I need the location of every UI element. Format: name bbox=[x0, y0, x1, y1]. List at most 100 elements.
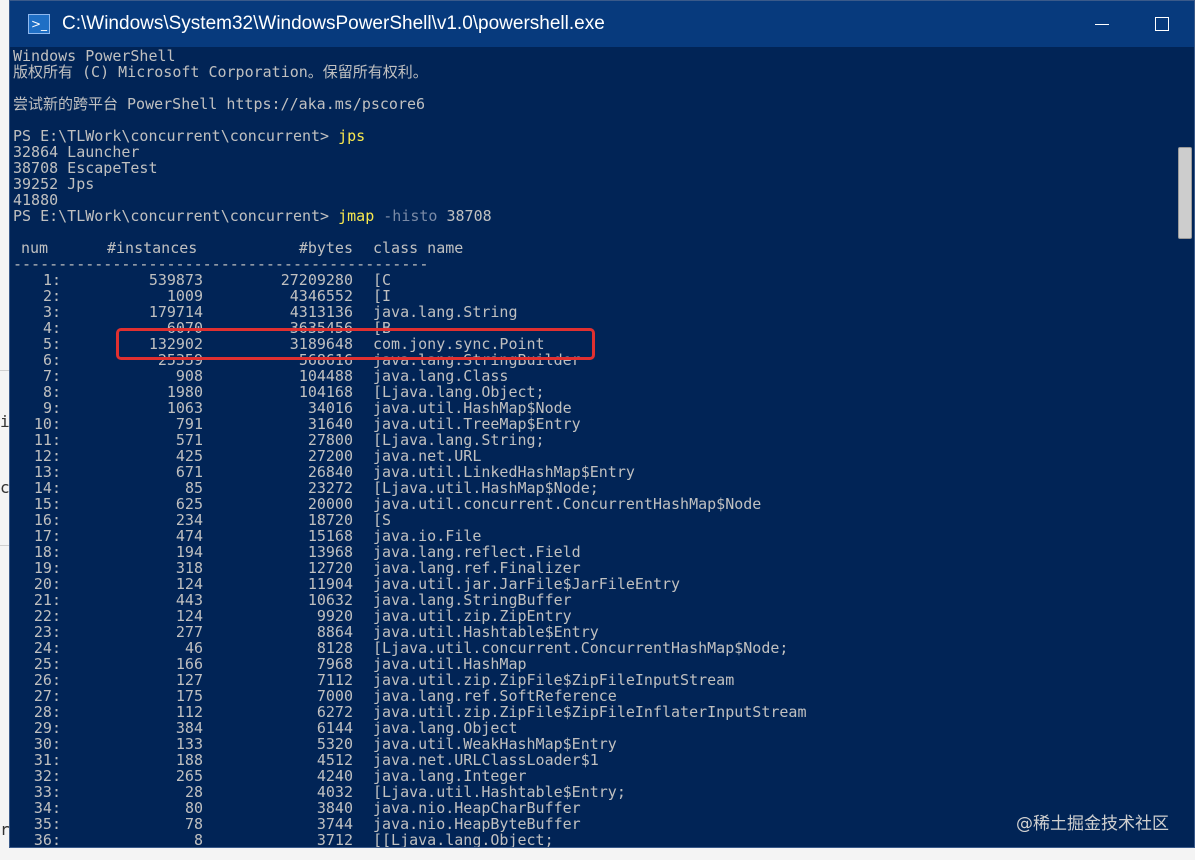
header-class-name: class name bbox=[373, 239, 464, 257]
row-num: 27: bbox=[33, 687, 61, 705]
histogram-row: 10: 791 31640 java.util.TreeMap$Entry bbox=[13, 416, 1173, 432]
row-instances: 188 bbox=[175, 751, 203, 769]
row-bytes: 104488 bbox=[298, 367, 353, 385]
row-class-name: java.lang.Integer bbox=[373, 767, 527, 785]
row-class-name: java.lang.StringBuffer bbox=[373, 591, 572, 609]
row-bytes: 7000 bbox=[316, 687, 353, 705]
row-bytes: 10632 bbox=[307, 591, 353, 609]
row-num: 6: bbox=[42, 351, 61, 369]
row-instances: 474 bbox=[175, 527, 203, 545]
minimize-button[interactable] bbox=[1072, 1, 1132, 47]
row-instances: 571 bbox=[175, 431, 203, 449]
row-instances: 46 bbox=[184, 639, 203, 657]
row-bytes: 23272 bbox=[307, 479, 353, 497]
row-bytes: 568616 bbox=[298, 351, 353, 369]
row-class-name: java.util.zip.ZipFile$ZipFileInputStream bbox=[373, 671, 735, 689]
histogram-row: 19: 318 12720 java.lang.ref.Finalizer bbox=[13, 560, 1173, 576]
row-num: 31: bbox=[33, 751, 61, 769]
row-num: 10: bbox=[33, 415, 61, 433]
window-title: C:\Windows\System32\WindowsPowerShell\v1… bbox=[62, 13, 605, 34]
row-bytes: 5320 bbox=[316, 735, 353, 753]
row-class-name: java.lang.ref.SoftReference bbox=[373, 687, 617, 705]
scrollbar-thumb[interactable] bbox=[1178, 147, 1192, 239]
histogram-row: 22: 124 9920 java.util.zip.ZipEntry bbox=[13, 608, 1173, 624]
histogram-row: 34: 80 3840 java.nio.HeapCharBuffer bbox=[13, 800, 1173, 816]
row-bytes: 7968 bbox=[316, 655, 353, 673]
histogram-row: 11: 571 27800 [Ljava.lang.String; bbox=[13, 432, 1173, 448]
row-class-name: [C bbox=[373, 271, 392, 289]
jps-output-line: 41880 bbox=[13, 191, 59, 209]
row-num: 9: bbox=[42, 399, 61, 417]
row-class-name: java.nio.HeapByteBuffer bbox=[373, 815, 581, 833]
row-class-name: java.util.zip.ZipFile$ZipFileInflaterInp… bbox=[373, 703, 807, 721]
row-class-name: java.io.File bbox=[373, 527, 482, 545]
row-num: 4: bbox=[42, 319, 61, 337]
row-bytes: 31640 bbox=[307, 415, 353, 433]
histogram-row: 12: 425 27200 java.net.URL bbox=[13, 448, 1173, 464]
row-num: 3: bbox=[42, 303, 61, 321]
row-bytes: 27800 bbox=[307, 431, 353, 449]
row-bytes: 7112 bbox=[316, 671, 353, 689]
row-num: 36: bbox=[33, 831, 61, 848]
row-bytes: 27200 bbox=[307, 447, 353, 465]
histogram-row: 8: 1980 104168 [Ljava.lang.Object; bbox=[13, 384, 1173, 400]
row-num: 22: bbox=[33, 607, 61, 625]
row-instances: 166 bbox=[175, 655, 203, 673]
row-class-name: java.net.URLClassLoader$1 bbox=[373, 751, 599, 769]
row-bytes: 4346552 bbox=[289, 287, 353, 305]
row-class-name: java.util.HashMap bbox=[373, 655, 527, 673]
row-class-name: java.lang.String bbox=[373, 303, 518, 321]
histogram-separator: ----------------------------------------… bbox=[13, 255, 429, 273]
row-num: 35: bbox=[33, 815, 61, 833]
histogram-row: 3: 179714 4313136 java.lang.String bbox=[13, 304, 1173, 320]
row-instances: 234 bbox=[175, 511, 203, 529]
row-instances: 1063 bbox=[166, 399, 203, 417]
histogram-row: 6: 25359 568616 java.lang.StringBuilder bbox=[13, 352, 1173, 368]
command-text: jmap bbox=[338, 207, 375, 225]
row-instances: 179714 bbox=[148, 303, 203, 321]
row-instances: 194 bbox=[175, 543, 203, 561]
row-instances: 265 bbox=[175, 767, 203, 785]
powershell-window: >_ C:\Windows\System32\WindowsPowerShell… bbox=[9, 0, 1195, 848]
row-class-name: java.nio.HeapCharBuffer bbox=[373, 799, 581, 817]
row-bytes: 6144 bbox=[316, 719, 353, 737]
row-bytes: 13968 bbox=[307, 543, 353, 561]
row-instances: 425 bbox=[175, 447, 203, 465]
header-num: num bbox=[21, 239, 49, 257]
row-bytes: 3840 bbox=[316, 799, 353, 817]
row-class-name: [B bbox=[373, 319, 392, 337]
row-bytes: 12720 bbox=[307, 559, 353, 577]
row-num: 28: bbox=[33, 703, 61, 721]
row-class-name: java.util.TreeMap$Entry bbox=[373, 415, 581, 433]
row-instances: 277 bbox=[175, 623, 203, 641]
row-bytes: 3712 bbox=[316, 831, 353, 848]
row-class-name: [Ljava.lang.String; bbox=[373, 431, 545, 449]
histogram-row: 13: 671 26840 java.util.LinkedHashMap$Entry bbox=[13, 464, 1173, 480]
row-bytes: 8864 bbox=[316, 623, 353, 641]
row-class-name: java.lang.reflect.Field bbox=[373, 543, 581, 561]
row-instances: 124 bbox=[175, 575, 203, 593]
row-instances: 384 bbox=[175, 719, 203, 737]
row-class-name: [Ljava.util.concurrent.ConcurrentHashMap… bbox=[373, 639, 789, 657]
title-bar[interactable]: >_ C:\Windows\System32\WindowsPowerShell… bbox=[10, 1, 1194, 47]
row-class-name: java.util.WeakHashMap$Entry bbox=[373, 735, 617, 753]
row-instances: 112 bbox=[175, 703, 203, 721]
histogram-row: 29: 384 6144 java.lang.Object bbox=[13, 720, 1173, 736]
row-class-name: [I bbox=[373, 287, 392, 305]
maximize-button[interactable] bbox=[1132, 1, 1192, 47]
row-bytes: 4313136 bbox=[289, 303, 353, 321]
command-argument: 38708 bbox=[446, 207, 492, 225]
row-num: 23: bbox=[33, 623, 61, 641]
histogram-row: 27: 175 7000 java.lang.ref.SoftReference bbox=[13, 688, 1173, 704]
histogram-row: 17: 474 15168 java.io.File bbox=[13, 528, 1173, 544]
histogram-header: num #instances #bytes class name bbox=[13, 240, 1173, 256]
histogram-row: 35: 78 3744 java.nio.HeapByteBuffer bbox=[13, 816, 1173, 832]
row-bytes: 18720 bbox=[307, 511, 353, 529]
banner-line: 版权所有 (C) Microsoft Corporation。保留所有权利。 bbox=[13, 63, 428, 81]
row-num: 34: bbox=[33, 799, 61, 817]
histogram-rows: 1: 539873 27209280 [C 2: 1009 4346552 [I 3: 17971… bbox=[13, 271, 1173, 848]
row-class-name: [S bbox=[373, 511, 392, 529]
row-num: 12: bbox=[33, 447, 61, 465]
console-output[interactable]: Windows PowerShell 版权所有 (C) Microsoft Co… bbox=[13, 47, 1173, 848]
jps-output-line: 38708 EscapeTest bbox=[13, 159, 158, 177]
